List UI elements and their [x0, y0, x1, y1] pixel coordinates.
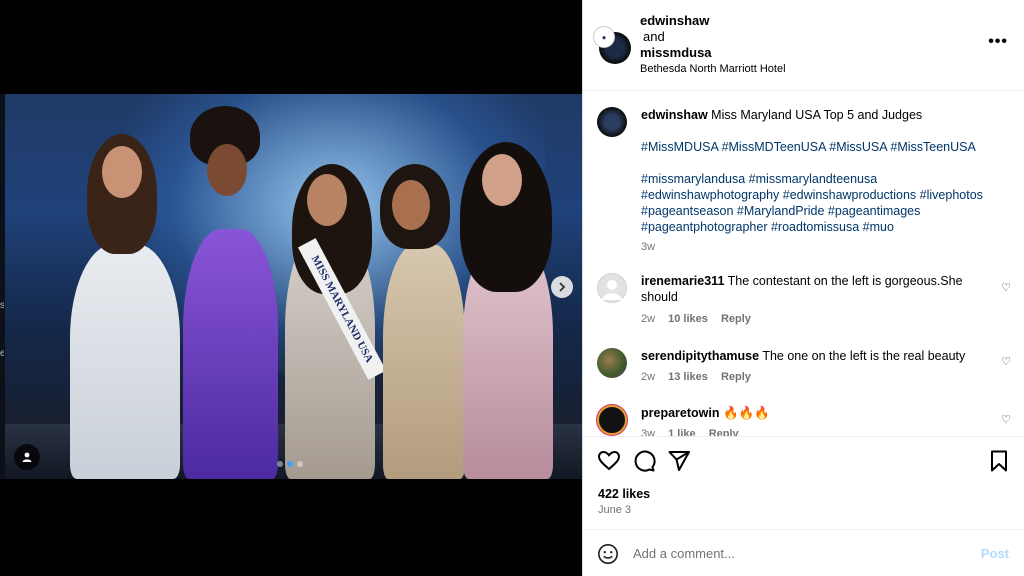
comment-username[interactable]: preparetowin: [641, 406, 720, 420]
author-avatar[interactable]: ◆: [593, 26, 631, 64]
caption-username[interactable]: edwinshaw: [641, 108, 708, 122]
caption-hashtags-1[interactable]: #MissMDUSA #MissMDTeenUSA #MissUSA #Miss…: [641, 139, 1011, 155]
more-horizontal-icon: •••: [988, 33, 1008, 50]
reply-button[interactable]: Reply: [721, 313, 751, 325]
carousel-indicator: [277, 461, 303, 467]
comment-body: 🔥🔥🔥: [722, 406, 770, 420]
contestant-4-face: [392, 180, 430, 230]
heart-icon[interactable]: [597, 449, 621, 473]
contestant-2: [183, 229, 278, 479]
comment-avatar[interactable]: [597, 348, 627, 378]
post-side-panel: ◆ edwinshaw and missmdusa Bethesda North…: [582, 0, 1024, 576]
contestant-1: [70, 244, 180, 479]
share-icon[interactable]: [667, 449, 691, 473]
comment-meta: 3w 1 like Reply: [641, 428, 739, 436]
comment-body: The one on the left is the real beauty: [762, 349, 966, 363]
post-authors: edwinshaw and missmdusa: [640, 13, 712, 61]
reply-button[interactable]: Reply: [709, 428, 739, 436]
comment-username[interactable]: irenemarie311: [641, 274, 724, 288]
default-avatar-icon: [602, 280, 622, 300]
bookmark-icon[interactable]: [987, 449, 1011, 473]
caption-time: 3w: [641, 241, 656, 253]
carousel-dot-active: [287, 461, 293, 467]
carousel-dot: [297, 461, 303, 467]
comment-avatar[interactable]: [597, 405, 627, 435]
comment-text: serendipitythamuse The one on the left i…: [641, 348, 971, 364]
chevron-right-icon: [559, 282, 566, 292]
contestant-5-face: [482, 154, 522, 206]
media-area: MISS MARYLAND USA s e: [0, 0, 582, 576]
post-actions: 422 likes June 3: [583, 436, 1024, 529]
contestant-2-face: [207, 144, 247, 196]
heart-icon[interactable]: ♡: [1001, 355, 1011, 368]
comment-time: 2w: [641, 371, 656, 383]
author-username-2[interactable]: missmdusa: [640, 45, 712, 61]
comment-time: 2w: [641, 313, 656, 325]
caption-hashtags-2[interactable]: #missmarylandusa #missmarylandteenusa #e…: [641, 171, 1011, 235]
likes-count[interactable]: 422 likes: [598, 487, 650, 501]
post-photo[interactable]: MISS MARYLAND USA: [5, 94, 582, 479]
comment-likes[interactable]: 13 likes: [668, 371, 708, 383]
comment-username[interactable]: serendipitythamuse: [641, 349, 759, 363]
person-icon: [22, 452, 32, 462]
caption-text: Miss Maryland USA Top 5 and Judges: [711, 108, 923, 122]
and-label: and: [643, 29, 665, 44]
contestant-4: [383, 244, 465, 479]
post-caption: edwinshaw Miss Maryland USA Top 5 and Ju…: [641, 107, 1011, 255]
reply-button[interactable]: Reply: [721, 371, 751, 383]
caption-author-avatar[interactable]: [597, 107, 627, 137]
contestant-1-face: [102, 146, 142, 198]
comment-text: irenemarie311 The contestant on the left…: [641, 273, 971, 305]
comment-likes[interactable]: 1 like: [668, 428, 696, 436]
comment-icon[interactable]: [632, 449, 656, 473]
side-text: s e: [0, 300, 4, 359]
next-slide-button[interactable]: [551, 276, 573, 298]
comment-text: preparetowin 🔥🔥🔥: [641, 405, 971, 421]
author-username-1[interactable]: edwinshaw: [640, 13, 712, 29]
post-date: June 3: [598, 504, 632, 516]
contestant-3-face: [307, 174, 347, 226]
more-options-button[interactable]: •••: [988, 33, 1008, 51]
avatar-inner: ◆: [593, 26, 615, 48]
comment-likes[interactable]: 10 likes: [668, 313, 708, 325]
caption-text-line: edwinshaw Miss Maryland USA Top 5 and Ju…: [641, 107, 1011, 123]
comment-avatar[interactable]: [597, 273, 627, 303]
post-dialog: MISS MARYLAND USA s e ◆ edwinshaw and mi…: [0, 0, 1024, 576]
carousel-dot: [277, 461, 283, 467]
emoji-icon[interactable]: [597, 543, 619, 565]
post-comment-button[interactable]: Post: [981, 546, 1009, 561]
heart-icon[interactable]: ♡: [1001, 413, 1011, 426]
comment-input[interactable]: Add a comment...: [633, 546, 735, 561]
post-header: ◆ edwinshaw and missmdusa Bethesda North…: [583, 0, 1024, 91]
post-location[interactable]: Bethesda North Marriott Hotel: [640, 63, 786, 75]
comment-meta: 2w 10 likes Reply: [641, 313, 751, 325]
heart-icon[interactable]: ♡: [1001, 281, 1011, 294]
comments-list[interactable]: edwinshaw Miss Maryland USA Top 5 and Ju…: [583, 92, 1024, 436]
comment-time: 3w: [641, 428, 656, 436]
add-comment-bar: Add a comment... Post: [583, 529, 1024, 576]
tagged-users-button[interactable]: [14, 444, 40, 470]
comment-meta: 2w 13 likes Reply: [641, 371, 751, 383]
